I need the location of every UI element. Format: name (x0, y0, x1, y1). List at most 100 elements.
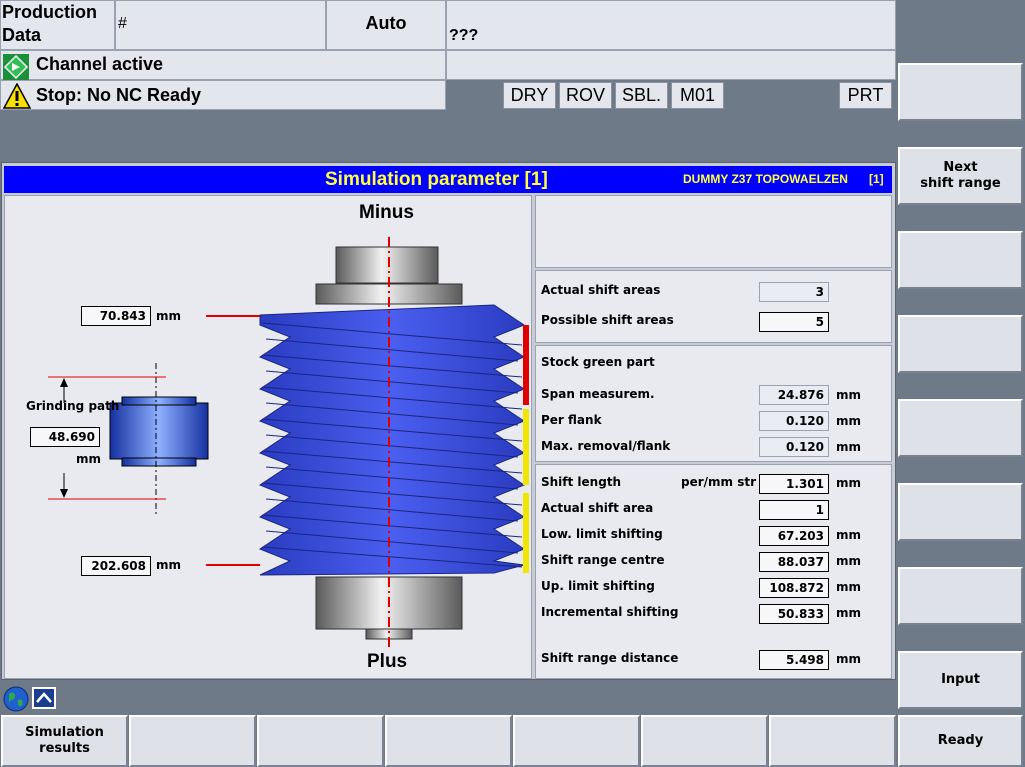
marker-yellow-2 (523, 493, 529, 573)
softkey-h2[interactable] (129, 715, 256, 767)
softkey-h3[interactable] (257, 715, 384, 767)
softkey-v3[interactable] (898, 231, 1023, 289)
span-field: 24.876 (759, 385, 829, 405)
input-button[interactable]: Input (898, 651, 1023, 709)
shift-areas-panel (535, 270, 892, 343)
flag-dry: DRY (503, 82, 556, 109)
max-removal-label: Max. removal/flank (541, 439, 671, 453)
flag-sbl: SBL. (615, 82, 668, 109)
alarm-text: Stop: No NC Ready (36, 85, 202, 105)
shift-length-label: Shift length (541, 475, 622, 489)
bottom-position-unit: mm (156, 558, 182, 572)
actual-shift-area-field[interactable]: 1 (759, 500, 829, 520)
possible-shift-areas-label: Possible shift areas (541, 313, 674, 327)
area-name-line2: Data (2, 25, 42, 45)
shift-length-field[interactable]: 1.301 (759, 474, 829, 494)
area-name-cell: Production Data (0, 0, 115, 50)
dialog-subtitle: DUMMY Z37 TOPOWAELZEN (683, 172, 848, 186)
dialog-subtitle-index: [1] (869, 172, 884, 186)
distance-label: Shift range distance (541, 651, 679, 665)
actual-shift-areas-label: Actual shift areas (541, 283, 661, 297)
marker-yellow-1 (523, 409, 529, 485)
max-removal-field: 0.120 (759, 437, 829, 457)
low-limit-label: Low. limit shifting (541, 527, 663, 541)
per-flank-unit: mm (836, 414, 862, 428)
incremental-label: Incremental shifting (541, 605, 679, 619)
low-limit-field[interactable]: 67.203 (759, 526, 829, 546)
shift-length-unit: mm (836, 476, 862, 490)
flag-rov: ROV (559, 82, 612, 109)
channel-status-right (446, 50, 896, 80)
channel-active-icon (3, 54, 29, 80)
grinding-path-unit: mm (76, 452, 102, 466)
mode-label: Auto (365, 13, 407, 33)
channel-status-text: Channel active (36, 54, 164, 74)
span-label: Span measurem. (541, 387, 655, 401)
status-extra: ??? (449, 27, 479, 44)
possible-shift-areas-field[interactable]: 5 (759, 312, 829, 332)
incremental-field[interactable]: 50.833 (759, 604, 829, 624)
ready-button-label: Ready (937, 733, 984, 748)
centre-field[interactable]: 88.037 (759, 552, 829, 572)
simulation-results-line2: results (39, 741, 90, 756)
softkey-h7[interactable] (769, 715, 896, 767)
globe-icon[interactable] (3, 686, 29, 712)
flag-sbl-label: SBL. (621, 85, 662, 105)
span-unit: mm (836, 388, 862, 402)
status-extra-cell: ??? (446, 0, 896, 50)
worm-body (258, 304, 526, 576)
softkey-v1[interactable] (898, 63, 1023, 121)
softkey-v6[interactable] (898, 483, 1023, 541)
up-limit-field[interactable]: 108.872 (759, 578, 829, 598)
marker-red (523, 325, 529, 405)
next-shift-range-line1: Next (943, 160, 978, 175)
dialog-title-bar: Simulation parameter [1] DUMMY Z37 TOPOW… (4, 166, 892, 193)
centre-label: Shift range centre (541, 553, 665, 567)
dialog-title: Simulation parameter [1] (325, 169, 548, 190)
alarm-bar: Stop: No NC Ready (0, 80, 446, 110)
shift-panel (535, 464, 892, 679)
area-name-line1: Production (2, 2, 97, 22)
flag-rov-label: ROV (565, 85, 605, 105)
grinding-path-label: Grinding path (26, 399, 120, 413)
actual-shift-area-label: Actual shift area (541, 501, 654, 515)
program-cell: # (115, 0, 326, 50)
softkey-v7[interactable] (898, 567, 1023, 625)
next-shift-range-button[interactable]: Next shift range (898, 147, 1023, 205)
distance-unit: mm (836, 652, 862, 666)
input-button-label: Input (941, 672, 980, 687)
bottom-position-field: 202.608 (81, 556, 151, 576)
low-limit-unit: mm (836, 528, 862, 542)
info-panel-top (535, 195, 892, 268)
flag-prt-label: PRT (847, 85, 884, 105)
simulation-results-button[interactable]: Simulation results (1, 715, 128, 767)
top-position-field: 70.843 (81, 306, 151, 326)
softkey-h4[interactable] (385, 715, 512, 767)
grinding-path-field: 48.690 (30, 427, 100, 447)
incremental-unit: mm (836, 606, 862, 620)
softkey-v4[interactable] (898, 315, 1023, 373)
per-flank-label: Per flank (541, 413, 602, 427)
flag-m01: M01 (671, 82, 724, 109)
flag-m01-label: M01 (679, 85, 715, 105)
per-flank-field: 0.120 (759, 411, 829, 431)
shift-length-sublabel: per/mm str (681, 475, 757, 489)
centre-unit: mm (836, 554, 862, 568)
softkey-v5[interactable] (898, 399, 1023, 457)
flag-dry-label: DRY (510, 85, 549, 105)
top-position-unit: mm (156, 309, 182, 323)
ready-button[interactable]: Ready (898, 715, 1023, 767)
simulation-results-line1: Simulation (25, 725, 104, 740)
next-shift-range-line2: shift range (920, 176, 1001, 191)
flag-prt: PRT (839, 82, 892, 109)
up-limit-label: Up. limit shifting (541, 579, 655, 593)
channel-status-bar: Channel active (0, 50, 446, 80)
softkey-h5[interactable] (513, 715, 640, 767)
program-name: # (118, 15, 127, 32)
distance-field[interactable]: 5.498 (759, 650, 829, 670)
chevron-up-icon[interactable] (32, 687, 56, 709)
stock-heading: Stock green part (541, 355, 655, 369)
max-removal-unit: mm (836, 440, 862, 454)
softkey-h6[interactable] (641, 715, 768, 767)
up-limit-unit: mm (836, 580, 862, 594)
